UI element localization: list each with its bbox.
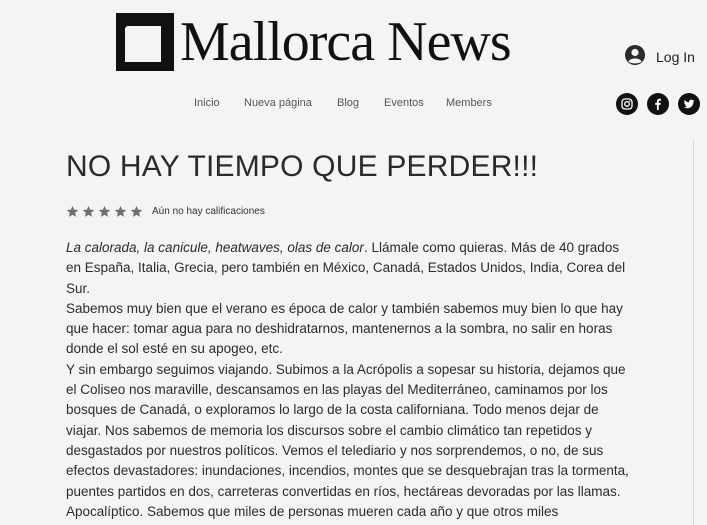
star-icon[interactable] xyxy=(98,205,111,218)
nav-item-nueva-pagina[interactable]: Nueva página xyxy=(244,97,312,109)
user-avatar-icon xyxy=(624,44,646,71)
star-icon[interactable] xyxy=(114,205,127,218)
nav-item-blog[interactable]: Blog xyxy=(337,97,359,109)
site-name: Mallorca News xyxy=(180,11,512,73)
post-paragraph-1: La calorada, la canicule, heatwaves, ola… xyxy=(66,238,631,299)
facebook-icon[interactable] xyxy=(647,93,669,115)
login-button[interactable]: Log In xyxy=(624,44,695,71)
site-logo[interactable]: Mallorca News xyxy=(116,11,512,73)
content-divider xyxy=(693,140,694,525)
instagram-icon[interactable] xyxy=(616,93,638,115)
main-nav: Inicio Nueva página Blog Eventos Members xyxy=(0,97,707,113)
social-bar xyxy=(616,93,700,115)
rating-label: Aún no hay calificaciones xyxy=(152,206,265,217)
post-rating: Aún no hay calificaciones xyxy=(66,205,265,218)
nav-item-inicio[interactable]: Inicio xyxy=(194,97,220,109)
post-title: NO HAY TIEMPO QUE PERDER!!! xyxy=(66,150,539,183)
site-header: Mallorca News Log In Inicio Nueva página… xyxy=(0,0,707,130)
post-body: La calorada, la canicule, heatwaves, ola… xyxy=(66,238,631,522)
star-icon[interactable] xyxy=(66,205,79,218)
rating-stars[interactable] xyxy=(66,205,143,218)
login-label: Log In xyxy=(656,49,695,65)
nav-item-members[interactable]: Members xyxy=(446,97,492,109)
star-icon[interactable] xyxy=(82,205,95,218)
twitter-icon[interactable] xyxy=(678,93,700,115)
post-paragraph-2: Sabemos muy bien que el verano es época … xyxy=(66,300,623,357)
star-icon[interactable] xyxy=(130,205,143,218)
post-paragraph-3: Y sin embargo seguimos viajando. Subimos… xyxy=(66,361,629,519)
nav-item-eventos[interactable]: Eventos xyxy=(384,97,424,109)
logo-mark xyxy=(116,13,174,71)
intro-italic: La calorada, la canicule, heatwaves, ola… xyxy=(66,240,364,255)
